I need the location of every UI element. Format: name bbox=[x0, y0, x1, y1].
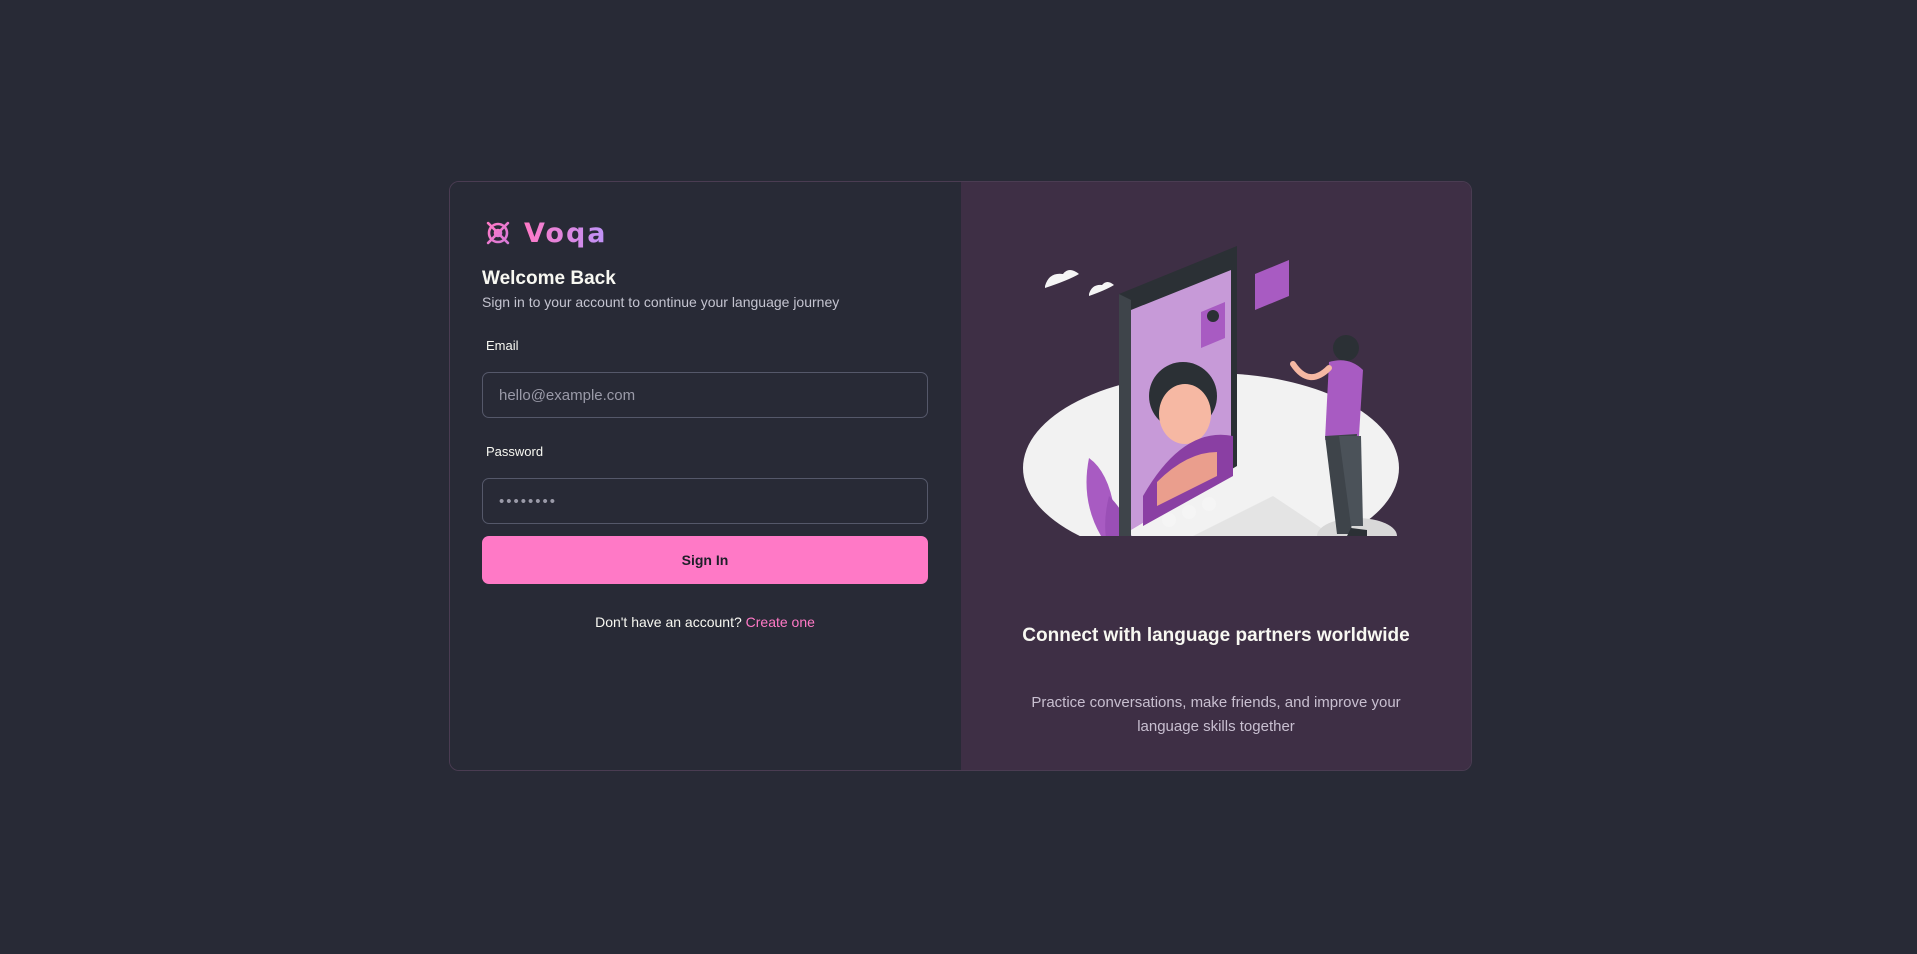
video-call-illustration bbox=[1023, 246, 1399, 536]
page-title: Welcome Back bbox=[482, 268, 616, 289]
brand-name: Voqa bbox=[524, 217, 608, 249]
password-input[interactable] bbox=[482, 478, 928, 524]
brand: Voqa bbox=[482, 216, 929, 250]
promo-panel: Connect with language partners worldwide… bbox=[961, 182, 1471, 770]
promo-subtitle: Practice conversations, make friends, an… bbox=[1031, 694, 1401, 735]
create-account-link[interactable]: Create one bbox=[746, 614, 815, 630]
password-label: Password bbox=[486, 444, 544, 459]
signup-prompt-text: Don't have an account? bbox=[595, 614, 742, 630]
ship-wheel-icon bbox=[482, 217, 514, 249]
page-subtitle: Sign in to your account to continue your… bbox=[482, 294, 840, 310]
email-input[interactable] bbox=[482, 372, 928, 418]
login-card: Voqa Welcome Back Sign in to your accoun… bbox=[449, 181, 1472, 771]
login-panel: Voqa Welcome Back Sign in to your accoun… bbox=[450, 182, 961, 770]
email-label: Email bbox=[486, 338, 519, 353]
signup-prompt-row: Don't have an account? Create one bbox=[482, 614, 928, 630]
sign-in-button[interactable]: Sign In bbox=[482, 536, 928, 584]
promo-title: Connect with language partners worldwide bbox=[1022, 625, 1410, 646]
